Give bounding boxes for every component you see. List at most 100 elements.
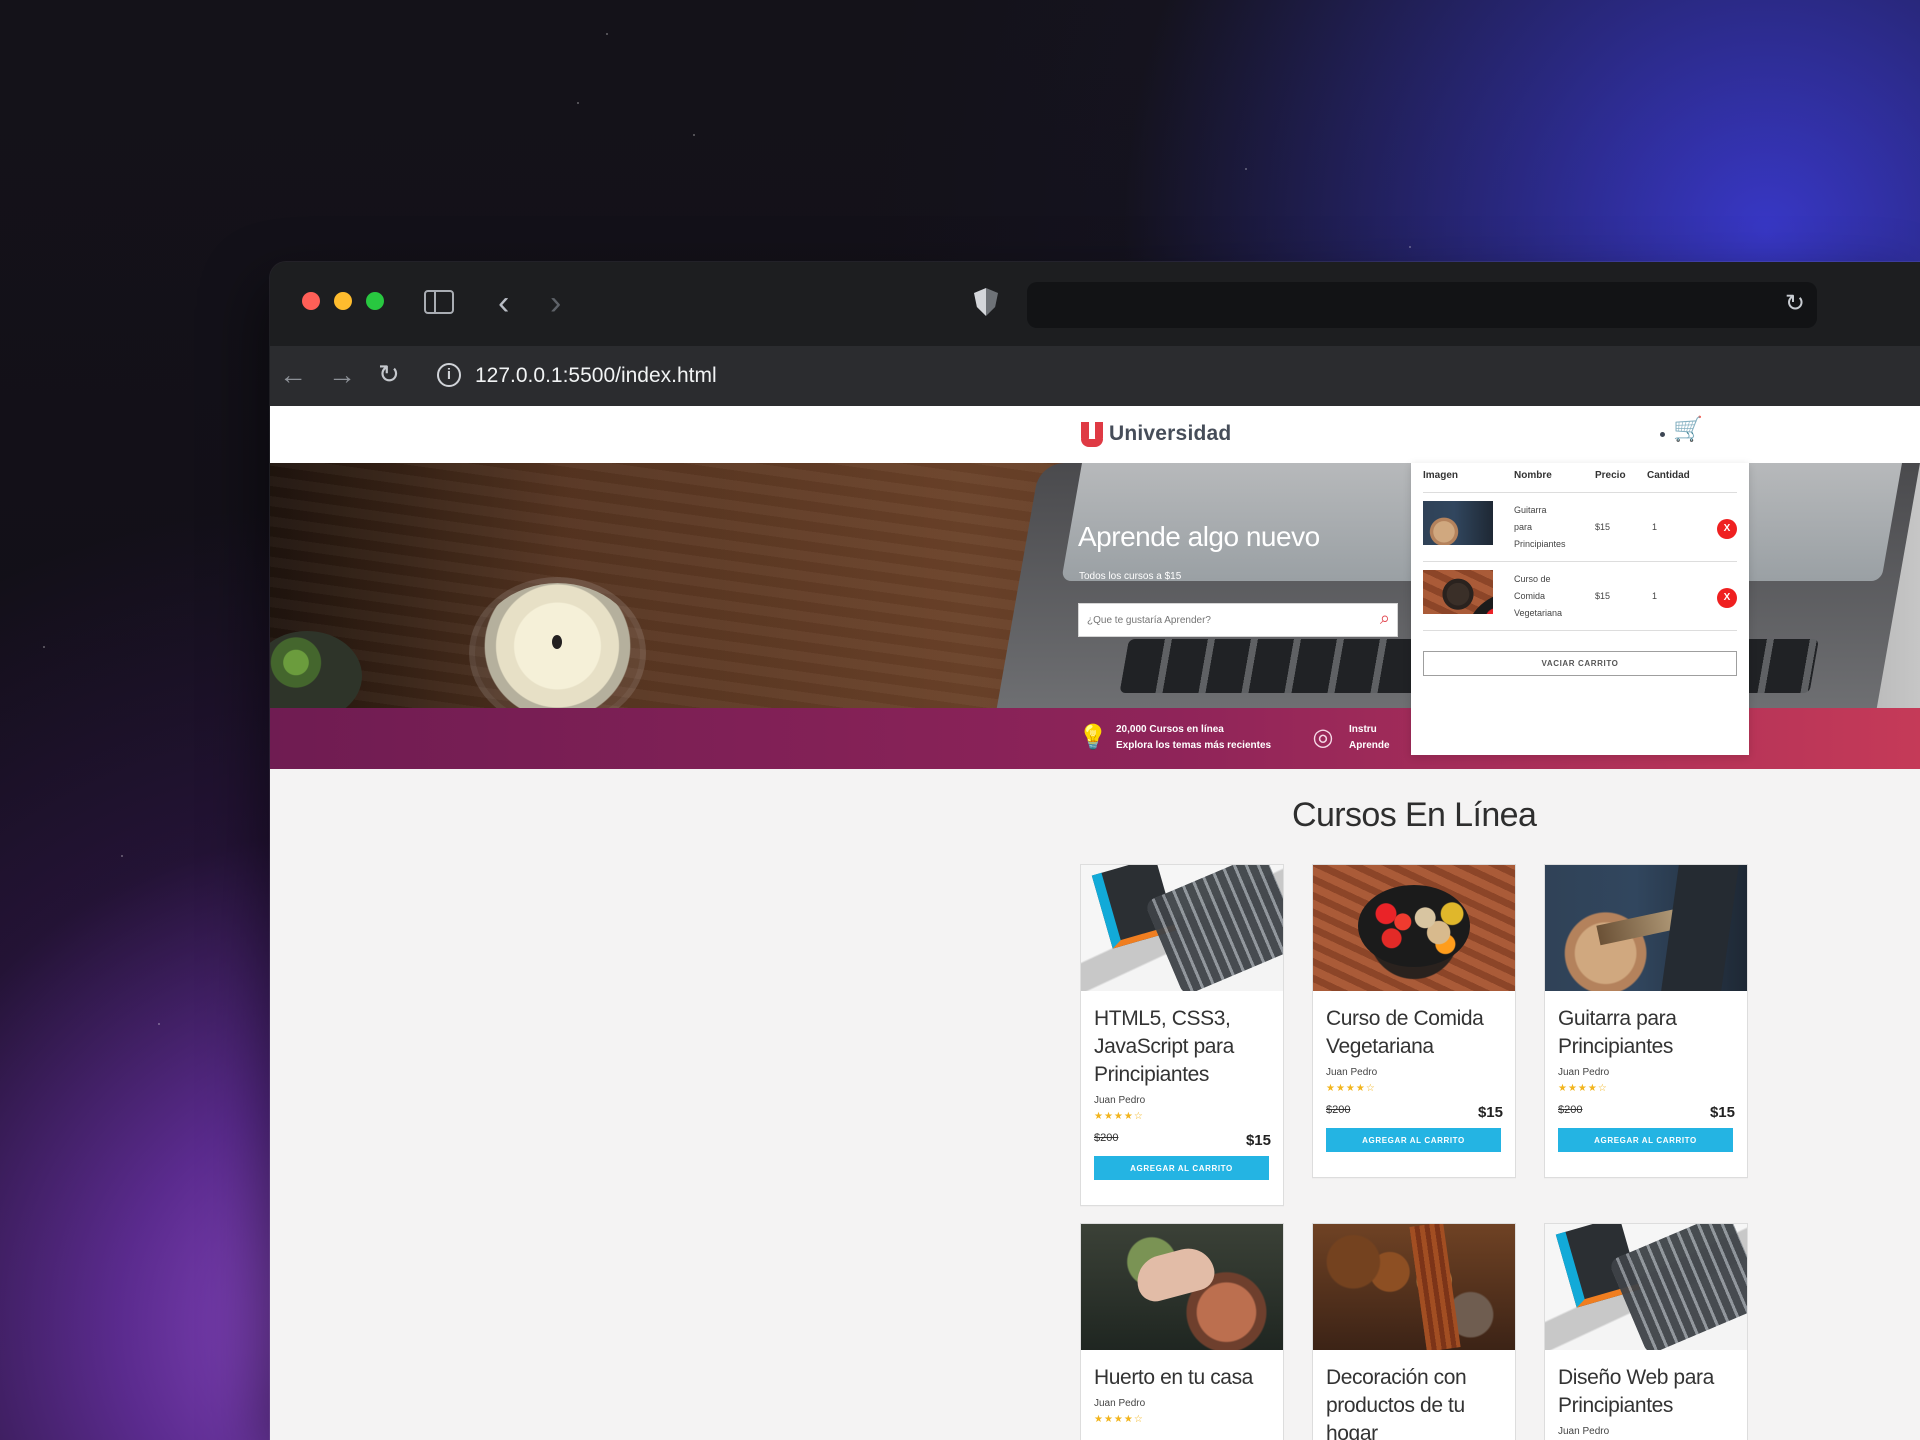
course-image xyxy=(1081,865,1283,991)
safari-address-bar[interactable]: ↻ xyxy=(1027,282,1817,328)
background-star xyxy=(43,646,45,648)
background-star xyxy=(121,855,123,857)
cart-dropdown: Imagen Nombre Precio Cantidad Guitarra p… xyxy=(1411,463,1749,755)
address-bar[interactable]: i 127.0.0.1:5500/index.html xyxy=(427,353,1920,399)
cart-item-image xyxy=(1423,570,1493,614)
cart-item-quantity: 1 xyxy=(1652,591,1658,601)
cart-item-quantity: 1 xyxy=(1652,522,1658,532)
minimize-window-icon[interactable] xyxy=(334,292,352,310)
clear-cart-button[interactable]: VACIAR CARRITO xyxy=(1423,651,1737,676)
price-row: $200 $15 xyxy=(1558,1102,1735,1128)
background-star xyxy=(1409,246,1411,248)
course-body: Decoración con productos de tu hogar xyxy=(1313,1350,1515,1440)
promo-line-1: 20,000 Cursos en línea xyxy=(1116,724,1224,736)
new-price: $15 xyxy=(1245,1132,1271,1149)
course-body: Huerto en tu casa Juan Pedro ★★★★☆ xyxy=(1081,1350,1283,1425)
shield-icon[interactable] xyxy=(974,288,998,316)
search-icon[interactable]: ⌕ xyxy=(1380,609,1390,627)
course-card: Huerto en tu casa Juan Pedro ★★★★☆ xyxy=(1080,1223,1284,1440)
cart-row: Curso de Comida Vegetariana $15 1 X xyxy=(1423,562,1737,631)
promo-item-instructors: ◎ Instru Aprende xyxy=(1311,719,1390,757)
course-title: Curso de Comida Vegetariana xyxy=(1326,1007,1484,1058)
close-window-icon[interactable] xyxy=(302,292,320,310)
site-logo-text: Universidad xyxy=(1109,422,1232,445)
course-body: Curso de Comida Vegetariana Juan Pedro ★… xyxy=(1313,991,1515,1152)
promo-text: Instru Aprende xyxy=(1349,722,1390,754)
university-logo-icon xyxy=(1078,420,1106,448)
info-icon[interactable]: i xyxy=(437,363,461,387)
course-author: Juan Pedro xyxy=(1094,1398,1146,1409)
course-title: Guitarra para Principiantes xyxy=(1558,1007,1677,1058)
cart-header-price: Precio xyxy=(1595,470,1626,481)
promo-item-courses: 💡 20,000 Cursos en línea Explora los tem… xyxy=(1078,719,1271,757)
new-price: $15 xyxy=(1709,1104,1735,1121)
background-star xyxy=(693,134,695,136)
reload-icon[interactable]: ↻ xyxy=(378,361,400,387)
maximize-window-icon[interactable] xyxy=(366,292,384,310)
back-arrow-icon[interactable]: ‹ xyxy=(498,286,509,320)
course-card: Diseño Web para Principiantes Juan Pedro xyxy=(1544,1223,1748,1440)
course-image xyxy=(1313,865,1515,991)
sidebar-icon[interactable] xyxy=(424,290,454,314)
reload-icon[interactable]: ↻ xyxy=(1785,292,1805,316)
mac-toolbar: ‹ › ↻ xyxy=(270,262,1920,346)
cart-item-name: Curso de Comida Vegetariana xyxy=(1514,571,1579,622)
course-rating: ★★★★☆ xyxy=(1094,1111,1144,1122)
promo-line-2: Aprende xyxy=(1349,740,1390,752)
search-box[interactable]: ⌕ xyxy=(1078,603,1398,637)
cart-table-header: Imagen Nombre Precio Cantidad xyxy=(1423,463,1737,493)
course-image xyxy=(1313,1224,1515,1350)
cart-item-image xyxy=(1423,501,1493,545)
shopping-cart-icon[interactable]: 🛒 xyxy=(1673,418,1703,444)
cart-item-name-line: Comida xyxy=(1514,591,1546,601)
course-card: HTML5, CSS3, JavaScript para Principiant… xyxy=(1080,864,1284,1206)
cart-table: Imagen Nombre Precio Cantidad Guitarra p… xyxy=(1423,463,1737,631)
price-row: $200 $15 xyxy=(1094,1130,1271,1156)
course-author: Juan Pedro xyxy=(1094,1095,1146,1106)
cart-item-name-line: Vegetariana xyxy=(1514,608,1563,618)
hero-subtitle: Todos los cursos a $15 xyxy=(1079,571,1182,582)
course-body: Guitarra para Principiantes Juan Pedro ★… xyxy=(1545,991,1747,1152)
course-title: HTML5, CSS3, JavaScript para Principiant… xyxy=(1094,1007,1234,1086)
remove-item-button[interactable]: X xyxy=(1717,588,1737,608)
course-image xyxy=(1545,1224,1747,1350)
site-logo[interactable]: Universidad xyxy=(1078,418,1231,450)
cart-item-name-line: Curso de xyxy=(1514,574,1551,584)
cart-item-price: $15 xyxy=(1595,522,1611,532)
cart-indicator-dot xyxy=(1660,432,1665,437)
course-author: Juan Pedro xyxy=(1326,1067,1378,1078)
old-price: $200 xyxy=(1094,1132,1119,1144)
price-row: $200 $15 xyxy=(1326,1102,1503,1128)
cart-row: Guitarra para Principiantes $15 1 X xyxy=(1423,493,1737,562)
site-header: Universidad 🛒 xyxy=(270,406,1920,463)
promo-text: 20,000 Cursos en línea Explora los temas… xyxy=(1116,722,1271,754)
forward-arrow-icon[interactable]: › xyxy=(550,286,561,320)
new-price: $15 xyxy=(1477,1104,1503,1121)
cart-item-name-line: para xyxy=(1514,522,1533,532)
cart-item-name-line: Guitarra xyxy=(1514,505,1547,515)
arrow-right-icon[interactable]: → xyxy=(328,361,356,389)
cart-header-quantity: Cantidad xyxy=(1647,470,1690,481)
add-to-cart-button[interactable]: AGREGAR AL CARRITO xyxy=(1326,1128,1501,1152)
course-rating: ★★★★☆ xyxy=(1326,1083,1376,1094)
course-image xyxy=(1081,1224,1283,1350)
course-body: Diseño Web para Principiantes Juan Pedro xyxy=(1545,1350,1747,1437)
add-to-cart-button[interactable]: AGREGAR AL CARRITO xyxy=(1094,1156,1269,1180)
browser-navigation-bar: ← → ↻ i 127.0.0.1:5500/index.html xyxy=(270,346,1920,406)
remove-item-button[interactable]: X xyxy=(1717,519,1737,539)
add-to-cart-button[interactable]: AGREGAR AL CARRITO xyxy=(1558,1128,1733,1152)
cart-item-price: $15 xyxy=(1595,591,1611,601)
course-title: Decoración con productos de tu hogar xyxy=(1326,1366,1467,1440)
old-price: $200 xyxy=(1558,1104,1583,1116)
course-image xyxy=(1545,865,1747,991)
arrow-left-icon[interactable]: ← xyxy=(279,361,307,389)
page-viewport: Universidad 🛒 Aprende algo nuevo Todos l… xyxy=(270,406,1920,1440)
url-text: 127.0.0.1:5500/index.html xyxy=(475,364,717,387)
course-card: Curso de Comida Vegetariana Juan Pedro ★… xyxy=(1312,864,1516,1178)
search-input[interactable] xyxy=(1079,604,1365,636)
course-card: Decoración con productos de tu hogar xyxy=(1312,1223,1516,1440)
course-rating: ★★★★☆ xyxy=(1094,1414,1144,1425)
hero-title: Aprende algo nuevo xyxy=(1078,521,1320,552)
background-star xyxy=(606,33,608,35)
lightbulb-icon: 💡 xyxy=(1078,724,1108,751)
